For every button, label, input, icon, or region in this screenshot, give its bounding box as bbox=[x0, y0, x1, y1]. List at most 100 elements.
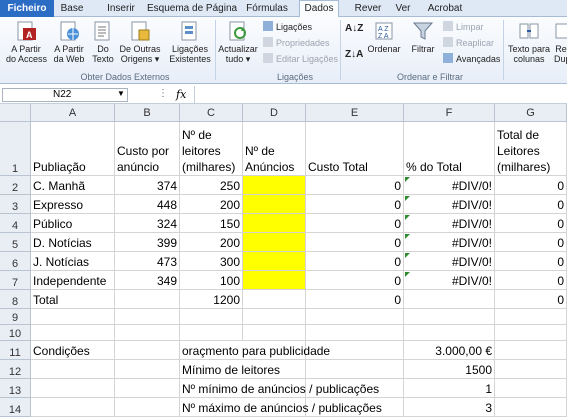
cell-b1[interactable]: Custo por anúncio bbox=[115, 122, 180, 176]
properties-button[interactable]: Propriedades bbox=[263, 37, 330, 49]
cell-a1[interactable]: Publiação bbox=[31, 122, 115, 176]
cell-d4[interactable] bbox=[243, 214, 306, 233]
cell-a7[interactable]: Independente bbox=[31, 271, 115, 290]
row-header-2[interactable]: 2 bbox=[0, 176, 31, 195]
column-header-c[interactable]: C bbox=[180, 104, 243, 122]
column-header-a[interactable]: A bbox=[31, 104, 115, 122]
cell-g4[interactable]: 0 bbox=[495, 214, 567, 233]
cell-b4[interactable]: 324 bbox=[115, 214, 180, 233]
cell-g1[interactable]: Total de Leitores (milhares) bbox=[495, 122, 567, 176]
cell-b14[interactable] bbox=[115, 398, 180, 417]
cell-d8[interactable] bbox=[243, 290, 306, 309]
tab-ficheiro[interactable]: Ficheiro bbox=[0, 0, 54, 17]
cell-f10[interactable] bbox=[404, 325, 495, 341]
row-header-10[interactable]: 10 bbox=[0, 325, 31, 341]
row-header-6[interactable]: 6 bbox=[0, 252, 31, 271]
cell-e3[interactable]: 0 bbox=[306, 195, 404, 214]
formula-input[interactable] bbox=[194, 86, 567, 104]
name-box-dropdown-icon[interactable]: ▼ bbox=[117, 89, 125, 98]
links-button[interactable]: Ligações bbox=[263, 21, 312, 33]
cell-g13[interactable] bbox=[495, 379, 567, 398]
cell-g8[interactable]: 0 bbox=[495, 290, 567, 309]
cell-f1[interactable]: % do Total bbox=[404, 122, 495, 176]
cell-e2[interactable]: 0 bbox=[306, 176, 404, 195]
cell-e12[interactable] bbox=[306, 360, 404, 379]
sort-za-button[interactable]: Z↓A bbox=[345, 49, 363, 61]
cell-c12[interactable]: Mínimo de leitores bbox=[180, 360, 280, 379]
cell-g9[interactable] bbox=[495, 309, 567, 325]
cell-a5[interactable]: D. Notícias bbox=[31, 233, 115, 252]
cell-d1[interactable]: Nº de Anúncios bbox=[243, 122, 306, 176]
row-header-8[interactable]: 8 bbox=[0, 290, 31, 309]
from-access-button[interactable]: A A Partir do Access bbox=[6, 20, 47, 64]
filter-button[interactable]: Filtrar bbox=[405, 20, 441, 54]
row-header-4[interactable]: 4 bbox=[0, 214, 31, 233]
cell-b7[interactable]: 349 bbox=[115, 271, 180, 290]
tab-inserir[interactable]: Inserir bbox=[100, 0, 142, 17]
cell-b10[interactable] bbox=[115, 325, 180, 341]
cell-d7[interactable] bbox=[243, 271, 306, 290]
row-header-13[interactable]: 13 bbox=[0, 379, 31, 398]
tab-dados[interactable]: Dados bbox=[299, 0, 339, 18]
cell-c2[interactable]: 250 bbox=[180, 176, 243, 195]
tab-acrobat[interactable]: Acrobat bbox=[422, 0, 468, 17]
cell-a12[interactable] bbox=[31, 360, 115, 379]
row-header-1[interactable]: 1 bbox=[0, 122, 31, 176]
cell-f2[interactable]: #DIV/0! bbox=[404, 176, 495, 195]
cell-b2[interactable]: 374 bbox=[115, 176, 180, 195]
clear-button[interactable]: Limpar bbox=[443, 21, 484, 33]
cell-a14[interactable] bbox=[31, 398, 115, 417]
row-header-9[interactable]: 9 bbox=[0, 309, 31, 325]
cell-g12[interactable] bbox=[495, 360, 567, 379]
row-header-12[interactable]: 12 bbox=[0, 360, 31, 379]
cell-a11[interactable]: Condições bbox=[31, 341, 115, 360]
cell-f13[interactable]: 1 bbox=[404, 379, 495, 398]
cell-c11[interactable]: oraçmento para publicidade bbox=[180, 341, 330, 360]
cell-f11[interactable]: 3.000,00 € bbox=[404, 341, 495, 360]
tab-fórmulas[interactable]: Fórmulas bbox=[241, 0, 293, 17]
cell-d5[interactable] bbox=[243, 233, 306, 252]
cell-e10[interactable] bbox=[306, 325, 404, 341]
advanced-button[interactable]: Avançadas bbox=[443, 53, 500, 65]
refresh-all-button[interactable]: Actualizar tudo ▾ bbox=[218, 20, 258, 64]
text-to-columns-button[interactable]: Texto para colunas bbox=[506, 20, 552, 64]
cell-a13[interactable] bbox=[31, 379, 115, 398]
from-web-button[interactable]: A Partir da Web bbox=[49, 20, 89, 64]
cell-f4[interactable]: #DIV/0! bbox=[404, 214, 495, 233]
existing-connections-button[interactable]: Ligações Existentes bbox=[168, 20, 212, 64]
column-header-d[interactable]: D bbox=[243, 104, 306, 122]
cell-c3[interactable]: 200 bbox=[180, 195, 243, 214]
cell-d9[interactable] bbox=[243, 309, 306, 325]
insert-function-icon[interactable]: fx bbox=[176, 86, 186, 104]
tab-ver[interactable]: Ver bbox=[391, 0, 415, 17]
cell-f8[interactable] bbox=[404, 290, 495, 309]
cell-e1[interactable]: Custo Total bbox=[306, 122, 404, 176]
cell-e6[interactable]: 0 bbox=[306, 252, 404, 271]
cell-f5[interactable]: #DIV/0! bbox=[404, 233, 495, 252]
cell-e5[interactable]: 0 bbox=[306, 233, 404, 252]
cell-e8[interactable]: 0 bbox=[306, 290, 404, 309]
cell-a10[interactable] bbox=[31, 325, 115, 341]
sort-button[interactable]: A ZZ A Ordenar bbox=[366, 20, 402, 54]
cell-c7[interactable]: 100 bbox=[180, 271, 243, 290]
remove-duplicates-button[interactable]: Re Dup bbox=[554, 20, 567, 64]
cell-b6[interactable]: 473 bbox=[115, 252, 180, 271]
from-text-button[interactable]: Do Texto bbox=[90, 20, 116, 64]
cell-f7[interactable]: #DIV/0! bbox=[404, 271, 495, 290]
row-header-14[interactable]: 14 bbox=[0, 398, 31, 417]
cell-c9[interactable] bbox=[180, 309, 243, 325]
cell-c1[interactable]: Nº de leitores (milhares) bbox=[180, 122, 243, 176]
cell-c4[interactable]: 150 bbox=[180, 214, 243, 233]
tab-rever[interactable]: Rever bbox=[349, 0, 387, 17]
cell-g10[interactable] bbox=[495, 325, 567, 341]
cell-g7[interactable]: 0 bbox=[495, 271, 567, 290]
cell-c6[interactable]: 300 bbox=[180, 252, 243, 271]
reapply-button[interactable]: Reaplicar bbox=[443, 37, 494, 49]
cell-a3[interactable]: Expresso bbox=[31, 195, 115, 214]
select-all-corner[interactable] bbox=[0, 104, 31, 122]
cell-d2[interactable] bbox=[243, 176, 306, 195]
cell-a4[interactable]: Público bbox=[31, 214, 115, 233]
cell-f6[interactable]: #DIV/0! bbox=[404, 252, 495, 271]
cell-f9[interactable] bbox=[404, 309, 495, 325]
row-header-7[interactable]: 7 bbox=[0, 271, 31, 290]
